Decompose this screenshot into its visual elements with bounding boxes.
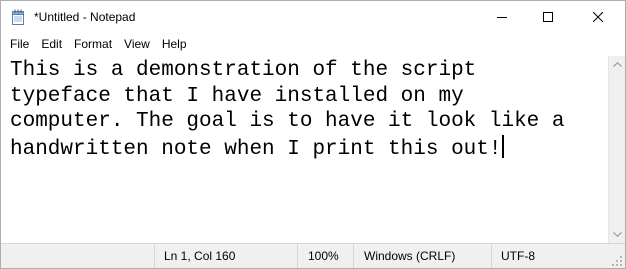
vertical-scrollbar[interactable] (608, 56, 625, 243)
scroll-down-button[interactable] (609, 226, 625, 243)
zoom-level: 100% (297, 244, 353, 268)
maximize-icon (543, 12, 553, 22)
chevron-down-icon (612, 232, 622, 237)
status-bar: Ln 1, Col 160 100% Windows (CRLF) UTF-8 (1, 243, 625, 268)
menu-format[interactable]: Format (68, 34, 118, 55)
editor-line: typeface that I have installed on my (10, 84, 464, 108)
editor-line: computer. The goal is to have it look li… (10, 110, 565, 133)
close-icon (593, 12, 603, 22)
menu-view[interactable]: View (118, 34, 156, 55)
notepad-window: *Untitled - Notepad File Edit Format Vie… (0, 0, 626, 269)
notepad-icon[interactable] (10, 9, 26, 25)
menu-edit[interactable]: Edit (35, 34, 68, 55)
window-title: *Untitled - Notepad (34, 10, 136, 24)
editor-line: handwritten note when I print this out! (10, 137, 502, 161)
close-button[interactable] (571, 1, 625, 33)
text-caret (502, 134, 505, 158)
menu-bar: File Edit Format View Help (1, 34, 625, 55)
minimize-icon (497, 17, 507, 18)
menu-help[interactable]: Help (156, 34, 193, 55)
encoding: UTF-8 (491, 244, 608, 268)
chevron-up-icon (612, 62, 622, 67)
line-ending: Windows (CRLF) (353, 244, 491, 268)
scroll-up-button[interactable] (609, 56, 625, 73)
title-bar[interactable]: *Untitled - Notepad (1, 1, 625, 33)
resize-grip-icon[interactable] (611, 254, 623, 266)
maximize-button[interactable] (525, 1, 571, 33)
cursor-position: Ln 1, Col 160 (154, 244, 297, 268)
editor-line: This is a demonstration of the script (10, 59, 477, 82)
minimize-button[interactable] (479, 1, 525, 33)
editor-content[interactable]: This is a demonstration of the script ty… (10, 58, 565, 162)
menu-file[interactable]: File (1, 34, 35, 55)
text-editor[interactable]: This is a demonstration of the script ty… (1, 56, 608, 243)
